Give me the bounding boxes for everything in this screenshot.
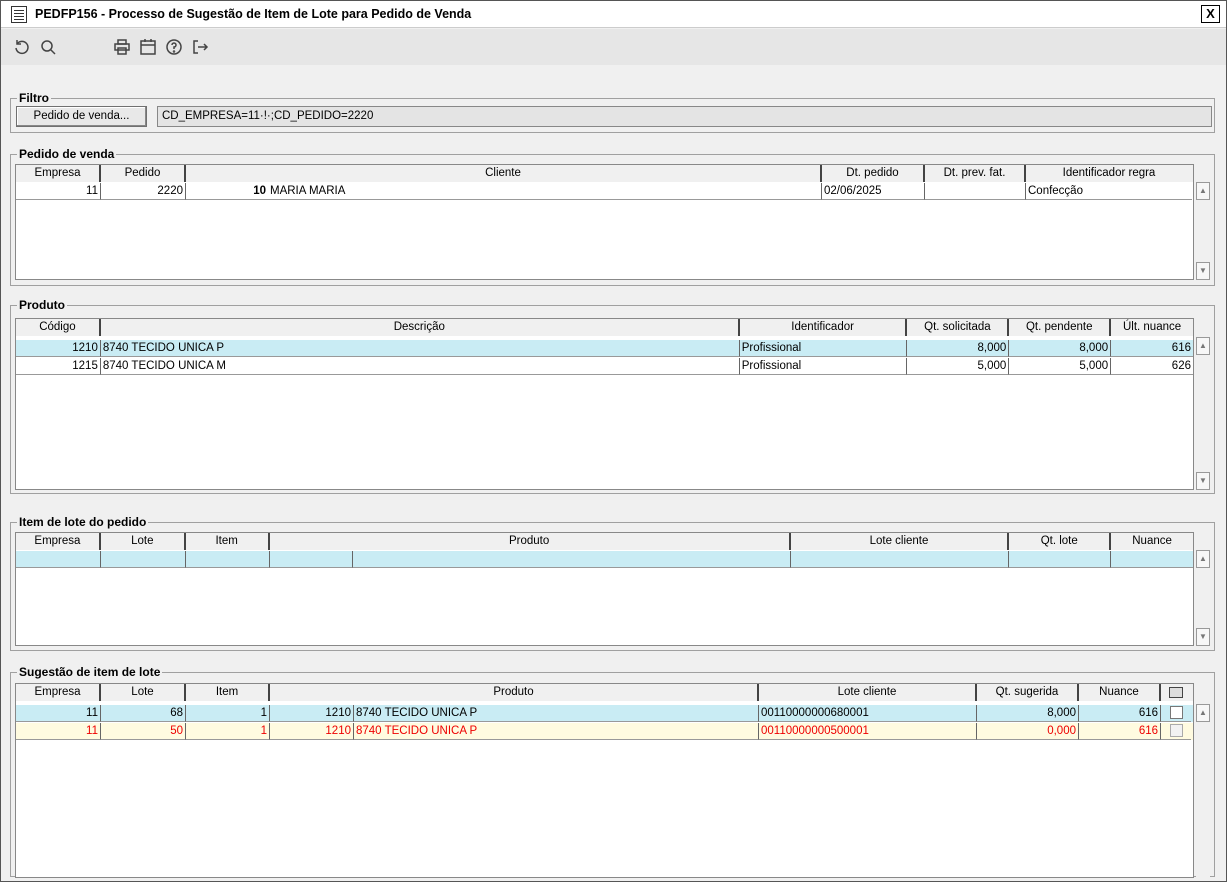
table-row[interactable]: 11 2220 10 MARIA MARIA 02/06/2025 Confec…	[16, 183, 1193, 200]
order-lot-item-grid: Empresa Lote Item Produto Lote cliente Q…	[15, 532, 1194, 646]
col-header[interactable]: Produto	[270, 684, 759, 701]
row-checkbox[interactable]	[1161, 705, 1191, 722]
table-row[interactable]: 1210 8740 TECIDO UNICA P Profissional 8,…	[16, 340, 1193, 357]
table-row[interactable]	[16, 551, 1193, 568]
col-header[interactable]: Item	[186, 684, 270, 701]
col-header[interactable]: Qt. sugerida	[977, 684, 1079, 701]
col-header[interactable]: Qt. solicitada	[907, 319, 1010, 336]
close-button[interactable]: X	[1201, 5, 1220, 23]
col-header[interactable]: Lote	[101, 533, 186, 550]
col-header[interactable]: Lote	[101, 684, 186, 701]
grid-header: Empresa Pedido Cliente Dt. pedido Dt. pr…	[16, 165, 1193, 182]
col-header[interactable]: Cliente	[186, 165, 822, 182]
grid-header: Empresa Lote Item Produto Lote cliente Q…	[16, 684, 1193, 701]
col-header[interactable]: Código	[16, 319, 101, 336]
sales-order-group: Pedido de venda Empresa Pedido Cliente D…	[10, 147, 1215, 286]
filter-value-field: CD_EMPRESA=11·!·;CD_PEDIDO=2220	[157, 106, 1212, 127]
exit-icon[interactable]	[187, 34, 213, 60]
filter-group: Filtro Pedido de venda... CD_EMPRESA=11·…	[10, 91, 1215, 133]
col-header[interactable]: Pedido	[101, 165, 186, 182]
col-header[interactable]: Identificador regra	[1026, 165, 1192, 182]
col-header[interactable]: Identificador	[740, 319, 908, 336]
col-header[interactable]: Dt. prev. fat.	[925, 165, 1026, 182]
search-icon[interactable]	[35, 34, 61, 60]
select-all-checkbox[interactable]	[1161, 684, 1191, 701]
table-row[interactable]: 11 68 1 1210 8740 TECIDO UNICA P 0011000…	[16, 705, 1193, 722]
lot-suggestion-legend: Sugestão de item de lote	[17, 665, 163, 679]
scroll-down-icon[interactable]: ▼	[1196, 628, 1210, 646]
scroll-up-icon[interactable]: ▲	[1196, 550, 1210, 568]
calendar-icon[interactable]	[135, 34, 161, 60]
col-header[interactable]: Item	[186, 533, 270, 550]
window-title: PEDFP156 - Processo de Sugestão de Item …	[35, 7, 472, 21]
product-group: Produto Código Descrição Identificador Q…	[10, 298, 1215, 494]
col-header[interactable]: Lote cliente	[791, 533, 1010, 550]
help-icon[interactable]	[161, 34, 187, 60]
col-header[interactable]: Qt. lote	[1009, 533, 1112, 550]
scroll-down-icon[interactable]: ▼	[1196, 262, 1210, 280]
vertical-scrollbar[interactable]: ▲ ▼	[1196, 550, 1210, 646]
product-grid: Código Descrição Identificador Qt. solic…	[15, 318, 1194, 490]
order-lot-item-group: Item de lote do pedido Empresa Lote Item…	[10, 515, 1215, 651]
main-window: PEDFP156 - Processo de Sugestão de Item …	[0, 0, 1227, 882]
col-header[interactable]: Empresa	[16, 533, 101, 550]
col-header[interactable]: Descrição	[101, 319, 740, 336]
grid-header: Empresa Lote Item Produto Lote cliente Q…	[16, 533, 1193, 550]
scroll-up-icon[interactable]: ▲	[1196, 182, 1210, 200]
lot-suggestion-group: Sugestão de item de lote Empresa Lote It…	[10, 665, 1215, 878]
toolbar	[1, 29, 1226, 65]
grid-header: Código Descrição Identificador Qt. solic…	[16, 319, 1193, 336]
print-icon[interactable]	[109, 34, 135, 60]
undo-icon[interactable]	[9, 34, 35, 60]
vertical-scrollbar[interactable]: ▲ ▼	[1196, 182, 1210, 280]
col-header[interactable]: Últ. nuance	[1111, 319, 1193, 336]
row-checkbox[interactable]	[1161, 723, 1191, 740]
app-document-icon	[11, 5, 27, 23]
lot-suggestion-grid: Empresa Lote Item Produto Lote cliente Q…	[15, 683, 1194, 878]
col-header[interactable]: Lote cliente	[759, 684, 977, 701]
sales-order-legend: Pedido de venda	[17, 147, 117, 161]
col-header[interactable]: Empresa	[16, 684, 101, 701]
scroll-up-icon[interactable]: ▲	[1196, 704, 1210, 722]
filter-legend: Filtro	[17, 91, 51, 105]
table-row[interactable]: 1215 8740 TECIDO UNICA M Profissional 5,…	[16, 358, 1193, 375]
sales-order-button[interactable]: Pedido de venda...	[16, 106, 147, 127]
vertical-scrollbar[interactable]: ▲	[1196, 704, 1210, 878]
title-bar: PEDFP156 - Processo de Sugestão de Item …	[1, 1, 1226, 28]
product-legend: Produto	[17, 298, 67, 312]
col-header[interactable]: Empresa	[16, 165, 101, 182]
col-header[interactable]: Nuance	[1079, 684, 1161, 701]
col-header[interactable]: Nuance	[1111, 533, 1193, 550]
col-header[interactable]: Qt. pendente	[1009, 319, 1112, 336]
table-row[interactable]: 11 50 1 1210 8740 TECIDO UNICA P 0011000…	[16, 723, 1193, 740]
col-header[interactable]: Produto	[270, 533, 791, 550]
col-header[interactable]: Dt. pedido	[822, 165, 925, 182]
scroll-down-icon[interactable]: ▼	[1196, 472, 1210, 490]
order-lot-item-legend: Item de lote do pedido	[17, 515, 149, 529]
sales-order-grid: Empresa Pedido Cliente Dt. pedido Dt. pr…	[15, 164, 1194, 280]
scroll-up-icon[interactable]: ▲	[1196, 337, 1210, 355]
vertical-scrollbar[interactable]: ▲ ▼	[1196, 337, 1210, 490]
